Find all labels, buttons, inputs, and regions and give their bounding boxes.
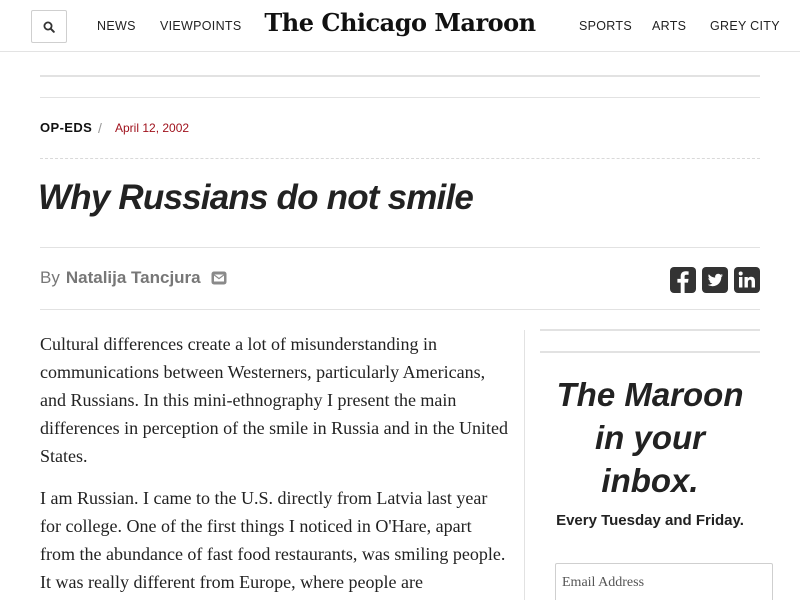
nav-arts-link[interactable]: ARTS (652, 19, 686, 33)
newsletter-title-line: inbox. (601, 462, 699, 499)
linkedin-icon[interactable] (734, 267, 760, 293)
meta-top-divider (40, 97, 760, 98)
twitter-icon[interactable] (702, 267, 728, 293)
article-headline: Why Russians do not smile (38, 178, 474, 217)
sidebar-top-rule (540, 329, 760, 331)
nav-sports-link[interactable]: SPORTS (579, 19, 632, 33)
meta-separator: / (98, 120, 102, 136)
sidebar-second-rule (540, 351, 760, 353)
masthead-logo[interactable]: The Chicago Maroon (250, 8, 550, 37)
facebook-icon[interactable] (670, 267, 696, 293)
newsletter-email-input[interactable] (555, 563, 773, 600)
top-navigation-bar: NEWS VIEWPOINTS The Chicago Maroon SPORT… (0, 0, 800, 52)
search-button[interactable] (31, 10, 67, 43)
publication-date: April 12, 2002 (115, 121, 190, 135)
nav-news-link[interactable]: NEWS (97, 19, 136, 33)
article-body: Cultural differences create a lot of mis… (40, 330, 510, 600)
article-paragraph: I am Russian. I came to the U.S. directl… (40, 488, 506, 592)
newsletter-subtitle: Every Tuesday and Friday. (556, 512, 744, 529)
search-icon (43, 21, 55, 33)
nav-grey-city-link[interactable]: GREY CITY (710, 19, 780, 33)
byline-divider (40, 309, 760, 310)
newsletter-title-line: in your (594, 419, 705, 456)
column-divider (524, 330, 525, 600)
section-link-op-eds[interactable]: OP-EDS (40, 120, 92, 135)
email-author-icon[interactable] (211, 270, 227, 286)
header-divider (40, 75, 760, 77)
newsletter-title: The Maroon in your inbox. (540, 373, 760, 502)
headline-divider (40, 247, 760, 248)
byline-prefix: By (40, 268, 60, 287)
newsletter-title-line: The Maroon (556, 376, 744, 413)
meta-bottom-divider (40, 158, 760, 159)
article-paragraph: Cultural differences create a lot of mis… (40, 334, 509, 466)
author-link[interactable]: Natalija Tancjura (66, 268, 201, 288)
byline: By Natalija Tancjura (40, 268, 227, 288)
nav-viewpoints-link[interactable]: VIEWPOINTS (160, 19, 241, 33)
